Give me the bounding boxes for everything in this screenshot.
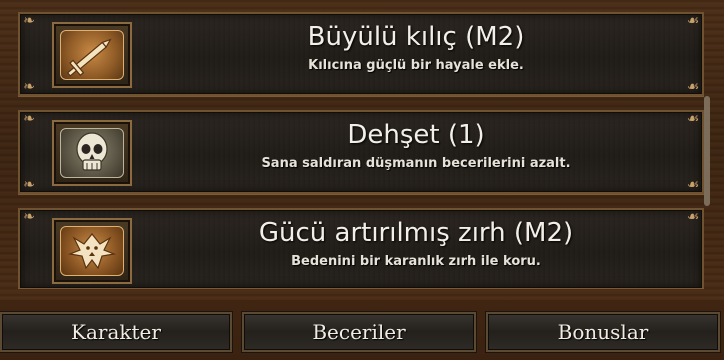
ability-description: Kılıcına güçlü bir hayale ekle. (308, 58, 524, 73)
skull-icon (60, 128, 124, 178)
ornament-corner: ☙ (686, 79, 700, 95)
ornament-corner: ❧ (23, 79, 35, 95)
ability-title: Gücü artırılmış zırh (M2) (258, 218, 574, 248)
tab-bonuses[interactable]: Bonuslar (486, 312, 720, 352)
sword-icon (60, 30, 124, 80)
ability-list[interactable]: ❧ ☙ ❧ ☙ Büyülü kılıç (M2) Kılıcına güçlü… (0, 0, 724, 300)
ornament-corner: ☙ (686, 209, 700, 225)
bottom-tab-bar: Karakter Beceriler Bonuslar (0, 308, 724, 360)
ornament-corner: ☙ (686, 177, 700, 193)
ornament-corner: ❧ (23, 177, 35, 193)
ornament-corner: ☙ (686, 13, 700, 29)
ability-description: Bedenini bir karanlık zırh ile koru. (291, 254, 541, 269)
ability-description: Sana saldıran düşmanın becerilerini azal… (261, 156, 571, 171)
ornament-corner: ☙ (686, 111, 700, 127)
ability-icon-frame (52, 120, 132, 186)
ability-icon-frame (52, 22, 132, 88)
ornament-corner: ❧ (23, 13, 35, 29)
ability-card-terror[interactable]: ❧ ☙ ❧ ☙ Dehşet (1) Sana saldıran düşmanı… (18, 110, 704, 194)
ability-title: Büyülü kılıç (M2) (307, 22, 525, 52)
ability-card-magic-sword[interactable]: ❧ ☙ ❧ ☙ Büyülü kılıç (M2) Kılıcına güçlü… (18, 12, 704, 96)
ornament-corner: ❧ (23, 209, 35, 225)
ability-title: Dehşet (1) (347, 120, 485, 150)
ability-card-enhanced-armor[interactable]: ❧ ☙ Gücü artırılmış zırh (M2) Bedenini b… (18, 208, 704, 288)
ability-icon-frame (52, 218, 132, 284)
tab-character[interactable]: Karakter (0, 312, 232, 352)
wolf-emblem-icon (60, 226, 124, 276)
ornament-corner: ❧ (23, 111, 35, 127)
list-scrollbar[interactable] (704, 96, 710, 206)
tab-skills[interactable]: Beceriler (242, 312, 476, 352)
